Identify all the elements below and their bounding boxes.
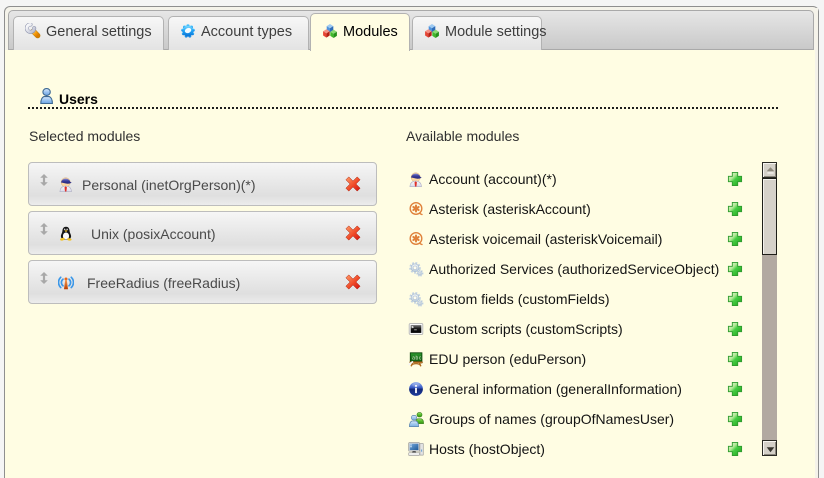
svg-text:abc: abc	[412, 355, 422, 361]
